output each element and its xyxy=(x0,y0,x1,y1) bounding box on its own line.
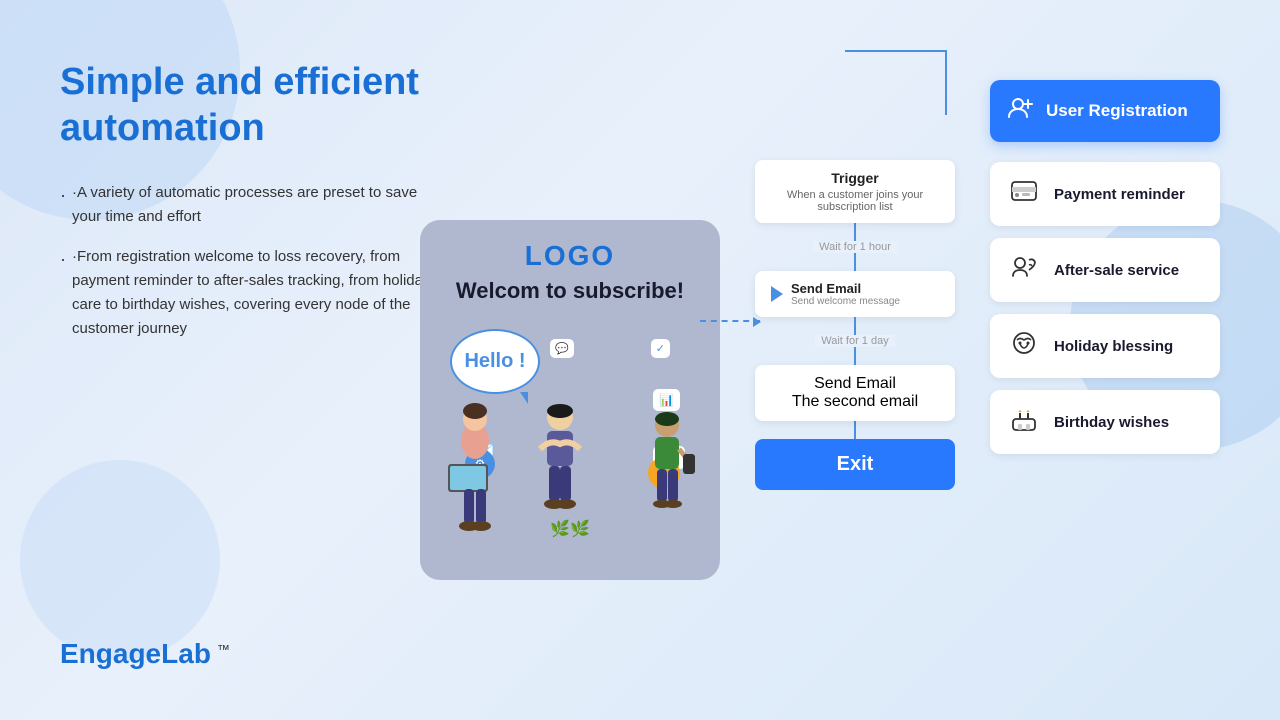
left-panel: Simple and efficient automation ·A varie… xyxy=(60,60,440,371)
wait-label-2: Wait for 1 day xyxy=(755,331,955,351)
plants: 🌿🌿 xyxy=(550,519,590,539)
float-icon-check: ✓ xyxy=(651,339,670,358)
connector-v3 xyxy=(854,317,856,331)
brand-name-part1: Engage xyxy=(60,638,161,669)
dashed-connector-arrow xyxy=(700,320,760,322)
aftersale-label: After-sale service xyxy=(1054,262,1179,279)
user-reg-label: User Registration xyxy=(1046,101,1188,121)
desc-item-2: ·From registration welcome to loss recov… xyxy=(60,245,440,341)
workflow-email2-node: Send Email The second email xyxy=(755,365,955,421)
workflow-exit-node: Exit xyxy=(755,439,955,490)
email2-sub: The second email xyxy=(771,393,939,411)
speech-bubble: Hello ! xyxy=(450,329,540,394)
user-registration-card[interactable]: User Registration xyxy=(990,80,1220,142)
brand-logo: EngageLab ™ xyxy=(60,638,230,670)
card-logo: LOGO xyxy=(525,240,615,272)
connector-vertical xyxy=(945,50,947,115)
person-right xyxy=(635,399,700,539)
birthday-label: Birthday wishes xyxy=(1054,414,1169,431)
desc-item-1: ·A variety of automatic processes are pr… xyxy=(60,181,440,229)
email1-sub: Send welcome message xyxy=(791,296,900,307)
payment-reminder-card[interactable]: Payment reminder xyxy=(990,162,1220,226)
wait1-text: Wait for 1 hour xyxy=(813,241,897,253)
float-icon-chat: 💬 xyxy=(550,339,574,358)
card-title: Welcom to subscribe! xyxy=(456,278,684,304)
email-arrow-icon xyxy=(771,286,783,302)
birthday-icon xyxy=(1006,404,1042,440)
wait-label-1: Wait for 1 hour xyxy=(755,237,955,257)
email1-title: Send Email xyxy=(791,281,900,296)
email1-text: Send Email Send welcome message xyxy=(791,281,900,307)
birthday-wishes-card[interactable]: Birthday wishes xyxy=(990,390,1220,454)
brand-name: EngageLab xyxy=(60,638,211,670)
person-laptop xyxy=(440,389,510,539)
aftersale-card[interactable]: After-sale service xyxy=(990,238,1220,302)
email2-title: Send Email xyxy=(771,375,939,393)
user-reg-icon xyxy=(1006,94,1034,128)
connector-v2 xyxy=(854,257,856,271)
brand-name-part2: Lab xyxy=(161,638,211,669)
connector-v4 xyxy=(854,351,856,365)
illustration: Hello ! 💬 ✓ 📊 〜〜 ✉️ ⚙ ● xyxy=(440,319,700,539)
holiday-blessing-card[interactable]: Holiday blessing xyxy=(990,314,1220,378)
workflow-diagram: Trigger When a customer joins your subsc… xyxy=(755,160,955,490)
wait2-text: Wait for 1 day xyxy=(815,335,894,347)
trigger-title: Trigger xyxy=(771,170,939,186)
bg-decoration-circle-2 xyxy=(20,460,220,660)
person-center xyxy=(525,389,595,539)
title-line2: automation xyxy=(60,107,265,149)
aftersale-icon xyxy=(1006,252,1042,288)
trigger-sub: When a customer joins your subscription … xyxy=(771,189,939,213)
connector-horizontal-top xyxy=(845,50,947,52)
description-list: ·A variety of automatic processes are pr… xyxy=(60,181,440,341)
workflow-trigger-node: Trigger When a customer joins your subsc… xyxy=(755,160,955,223)
connector-v1 xyxy=(854,223,856,237)
speech-text: Hello ! xyxy=(464,350,525,373)
connector-v5 xyxy=(854,421,856,439)
right-panel: User Registration Payment reminder After… xyxy=(990,80,1220,466)
payment-icon xyxy=(1006,176,1042,212)
holiday-label: Holiday blessing xyxy=(1054,338,1173,355)
main-title: Simple and efficient automation xyxy=(60,60,440,151)
holiday-icon xyxy=(1006,328,1042,364)
payment-label: Payment reminder xyxy=(1054,186,1185,203)
title-line1: Simple and efficient xyxy=(60,61,419,103)
brand-tm: ™ xyxy=(217,642,230,657)
workflow-email1-node: Send Email Send welcome message xyxy=(755,271,955,317)
illustration-card: LOGO Welcom to subscribe! Hello ! 💬 ✓ 📊 … xyxy=(420,220,720,580)
